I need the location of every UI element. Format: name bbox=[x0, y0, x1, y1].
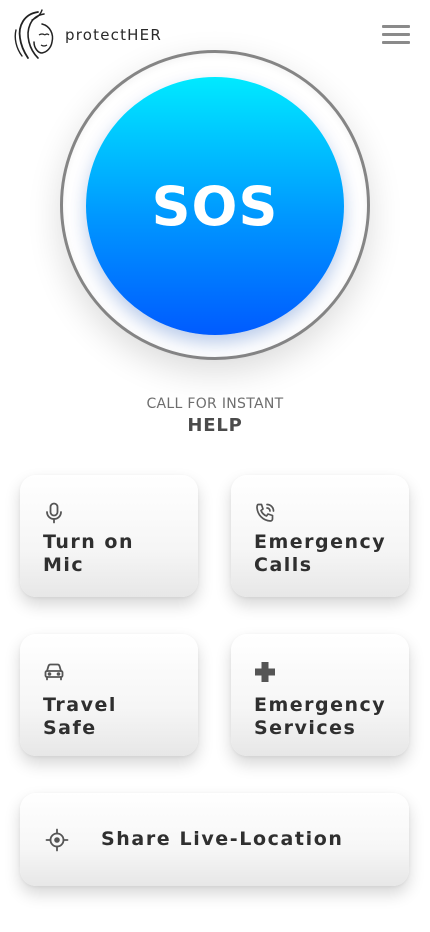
emergency-calls-label: Emergency Calls bbox=[254, 531, 387, 576]
mic-label: Turn on Mic bbox=[43, 531, 134, 576]
travel-safe-label: Travel Safe bbox=[43, 694, 117, 739]
menu-bar bbox=[382, 41, 410, 44]
sos-button[interactable]: SOS bbox=[86, 77, 344, 335]
emergency-calls-button[interactable]: Emergency Calls bbox=[231, 475, 409, 597]
menu-bar bbox=[382, 33, 410, 36]
call-instruction-text: CALL FOR INSTANT bbox=[146, 396, 284, 412]
plus-icon bbox=[253, 660, 277, 684]
menu-bar bbox=[382, 25, 410, 28]
call-help-text: HELP bbox=[187, 415, 243, 436]
sos-label: SOS bbox=[151, 174, 279, 238]
emergency-services-label: Emergency Services bbox=[254, 694, 387, 739]
hamburger-menu-icon[interactable] bbox=[380, 22, 412, 48]
phone-call-icon bbox=[253, 501, 277, 525]
turn-on-mic-button[interactable]: Turn on Mic bbox=[20, 475, 198, 597]
emergency-services-button[interactable]: Emergency Services bbox=[231, 634, 409, 756]
car-icon bbox=[42, 660, 66, 684]
travel-safe-button[interactable]: Travel Safe bbox=[20, 634, 198, 756]
brand-name: protectHER bbox=[65, 26, 162, 44]
woman-face-logo bbox=[14, 8, 58, 62]
location-target-icon bbox=[45, 828, 69, 852]
microphone-icon bbox=[42, 501, 66, 525]
share-live-location-label: Share Live-Location bbox=[101, 828, 344, 850]
share-live-location-button[interactable]: Share Live-Location bbox=[20, 793, 409, 886]
